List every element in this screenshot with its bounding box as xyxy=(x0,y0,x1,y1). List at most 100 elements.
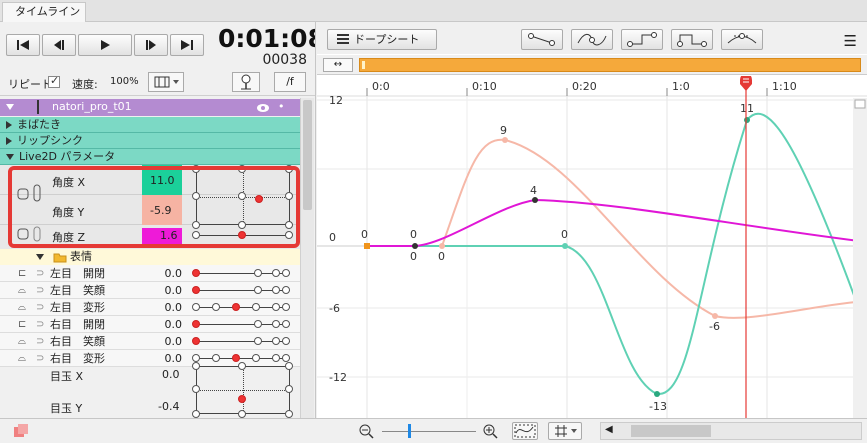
go-to-start-button[interactable] xyxy=(6,34,40,56)
slider-key[interactable] xyxy=(252,303,260,311)
curve-angle-y[interactable] xyxy=(367,138,867,319)
slider-key[interactable] xyxy=(282,269,290,277)
param-value[interactable]: 0.0 xyxy=(162,368,180,381)
slider-key[interactable] xyxy=(282,320,290,328)
link-icon[interactable]: ⊃ xyxy=(36,316,44,333)
link-icon[interactable]: ⊃ xyxy=(36,333,44,350)
curve-canvas[interactable]: 0:0 0:10 0:20 1:0 1:10 12 0 -6 -12 9 4 0… xyxy=(317,74,867,418)
keypoint[interactable] xyxy=(412,243,418,249)
param-value[interactable]: 0.0 xyxy=(165,282,183,299)
pin-button[interactable] xyxy=(232,72,260,92)
fit-curve-button[interactable] xyxy=(512,422,538,440)
slider-key[interactable] xyxy=(254,269,262,277)
param-slider-handle[interactable] xyxy=(192,286,200,294)
slider-key[interactable] xyxy=(212,303,220,311)
param-slider-handle[interactable] xyxy=(232,354,240,362)
slider-key[interactable] xyxy=(272,337,280,345)
slider-key[interactable] xyxy=(254,337,262,345)
group-row-expression[interactable]: 表情 xyxy=(0,249,300,265)
slider-key[interactable] xyxy=(254,286,262,294)
go-to-end-button[interactable] xyxy=(170,34,204,56)
param-slider-handle[interactable] xyxy=(192,337,200,345)
play-button[interactable] xyxy=(78,34,132,56)
zoom-slider[interactable] xyxy=(382,431,476,432)
param-row-expression[interactable]: ⊏ ⊃ 左目 開閉 0.0 xyxy=(0,265,300,282)
slider-key[interactable] xyxy=(212,354,220,362)
keypoint[interactable] xyxy=(562,243,568,249)
vertical-scrollbar[interactable] xyxy=(300,98,314,418)
link-icon[interactable]: ⊃ xyxy=(36,265,44,282)
param-value[interactable]: -0.4 xyxy=(158,400,179,413)
horizontal-scrollbar[interactable]: ◀ xyxy=(600,422,862,440)
layer-icon[interactable] xyxy=(14,424,30,438)
eyeball-pad-handle[interactable] xyxy=(238,395,246,403)
param-row-expression[interactable]: ⌓ ⊃ 左目 笑顔 0.0 xyxy=(0,282,300,299)
lock-icon[interactable]: ⌓ xyxy=(18,299,26,316)
link-icon[interactable]: ⊃ xyxy=(36,282,44,299)
range-expand-button[interactable]: ↔ xyxy=(323,58,353,72)
menu-icon[interactable]: ☰ xyxy=(844,32,857,50)
keypoint[interactable] xyxy=(532,197,538,203)
linear-interp-button[interactable] xyxy=(521,29,563,50)
slider-key[interactable] xyxy=(272,286,280,294)
param-row-expression[interactable]: ⌓ ⊃ 左目 変形 0.0 xyxy=(0,299,300,316)
eye-icon[interactable] xyxy=(256,103,270,113)
keypoint[interactable] xyxy=(439,243,445,249)
keypoint[interactable] xyxy=(744,117,750,123)
tab-timeline[interactable]: タイムライン xyxy=(2,2,86,22)
slider-key[interactable] xyxy=(272,354,280,362)
repeat-checkbox[interactable] xyxy=(48,74,60,88)
group-row-live2d[interactable]: Live2D パラメータ xyxy=(0,149,300,165)
param-value[interactable]: 0.0 xyxy=(165,299,183,316)
param-row-expression[interactable]: ⊏ ⊃ 右目 開閉 0.0 xyxy=(0,316,300,333)
zoom-slider-handle[interactable] xyxy=(408,424,411,438)
lock-icon[interactable]: ⌓ xyxy=(18,282,26,299)
view-mode-dropdown[interactable] xyxy=(148,72,184,92)
curve-angle-z[interactable] xyxy=(367,198,867,247)
keypoint[interactable] xyxy=(502,137,508,143)
scroll-left-icon[interactable]: ◀ xyxy=(605,424,613,435)
zoom-in-icon[interactable] xyxy=(482,423,498,439)
smooth-curve-button[interactable] xyxy=(721,29,763,50)
slider-key[interactable] xyxy=(192,354,200,362)
keypoint[interactable] xyxy=(654,391,660,397)
step-forward-button[interactable] xyxy=(134,34,168,56)
inverse-step-button[interactable] xyxy=(671,29,713,50)
slider-key[interactable] xyxy=(272,269,280,277)
lock-icon[interactable]: ⊏ xyxy=(18,265,26,282)
dope-sheet-button[interactable]: ドープシート xyxy=(327,29,437,50)
keypoint[interactable] xyxy=(364,243,370,249)
lock-icon[interactable]: ⌓ xyxy=(18,333,26,350)
group-row-lipsync[interactable]: リップシンク xyxy=(0,133,300,149)
slider-key[interactable] xyxy=(282,354,290,362)
bezier-interp-button[interactable] xyxy=(571,29,613,50)
slider-key[interactable] xyxy=(252,354,260,362)
slider-key[interactable] xyxy=(272,303,280,311)
link-icon[interactable]: ⊃ xyxy=(36,299,44,316)
time-range-slider[interactable] xyxy=(359,58,861,72)
param-slider-handle[interactable] xyxy=(192,269,200,277)
param-slider-handle[interactable] xyxy=(232,303,240,311)
scroll-thumb[interactable] xyxy=(631,425,711,437)
param-slider-handle[interactable] xyxy=(192,320,200,328)
param-row-expression[interactable]: ⌓ ⊃ 右目 笑顔 0.0 xyxy=(0,333,300,350)
curve-graph[interactable]: 0:0 0:10 0:20 1:0 1:10 12 0 -6 -12 9 4 0… xyxy=(317,74,867,418)
param-value[interactable]: 0.0 xyxy=(165,265,183,282)
step-back-button[interactable] xyxy=(42,34,76,56)
group-row-blink[interactable]: まばたき xyxy=(0,117,300,133)
eyeball-xy-pad[interactable] xyxy=(196,366,290,414)
slider-key[interactable] xyxy=(282,303,290,311)
model-row[interactable]: natori_pro_t01 • xyxy=(0,99,300,116)
param-value[interactable]: 0.0 xyxy=(165,316,183,333)
keypoint[interactable] xyxy=(712,313,718,319)
slider-key[interactable] xyxy=(282,286,290,294)
per-frame-button[interactable]: /f xyxy=(274,72,306,92)
slider-key[interactable] xyxy=(272,320,280,328)
slider-key[interactable] xyxy=(192,303,200,311)
zoom-out-icon[interactable] xyxy=(358,423,374,439)
slider-key[interactable] xyxy=(254,320,262,328)
step-interp-button[interactable] xyxy=(621,29,663,50)
param-value[interactable]: 0.0 xyxy=(165,333,183,350)
grid-toggle-button[interactable] xyxy=(548,422,582,440)
slider-key[interactable] xyxy=(282,337,290,345)
